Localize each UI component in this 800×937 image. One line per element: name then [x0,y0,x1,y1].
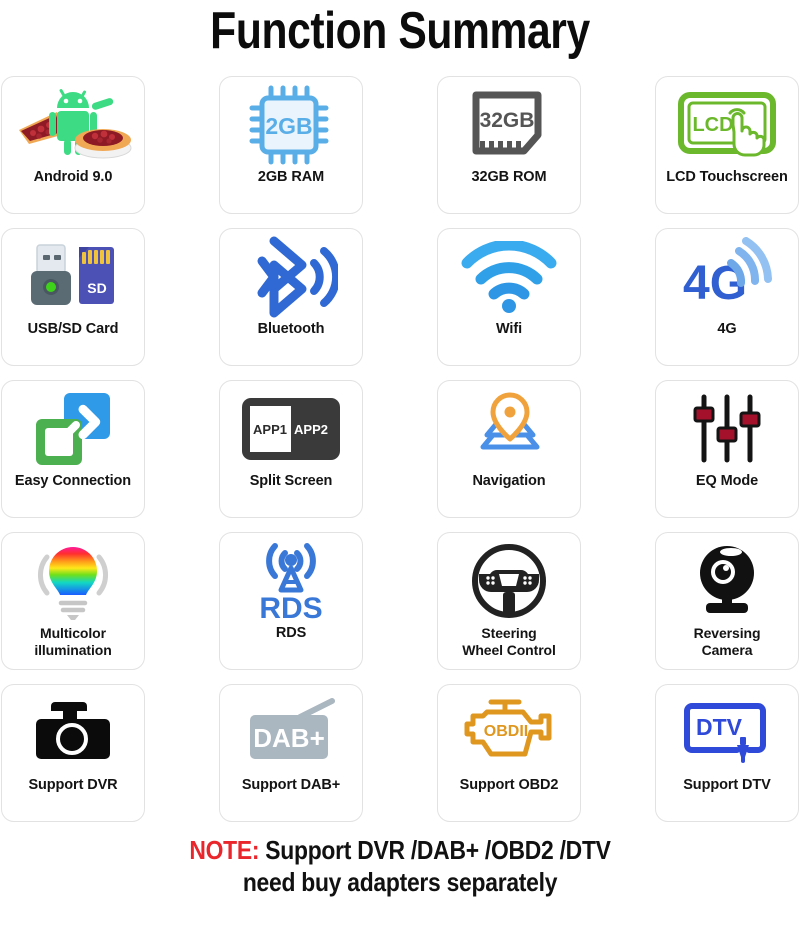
4g-signal-icon: 4G [656,229,798,321]
feature-label: 2GB RAM [257,169,325,185]
feature-label: Support DVR [28,777,118,793]
feature-label: Support DTV [683,777,771,793]
rds-tower-icon: RDS [220,533,362,625]
feature-card-dvr[interactable]: Support DVR [1,684,145,822]
feature-label: Multicolor illumination [34,625,112,658]
feature-label: Support OBD2 [459,777,559,793]
obd2-engine-icon: OBDII [438,685,580,777]
feature-label: 4G [717,321,737,337]
feature-label: Bluetooth [257,321,325,337]
feature-card-android[interactable]: Android 9.0 [1,76,145,214]
feature-card-dab[interactable]: DAB+ Support DAB+ [219,684,363,822]
feature-label: USB/SD Card [27,321,119,337]
feature-label: Reversing Camera [693,625,761,658]
feature-label: Easy Connection [14,473,132,489]
easy-connection-icon [2,381,144,473]
multicolor-bulb-icon [2,533,144,625]
feature-card-bluetooth[interactable]: Bluetooth [219,228,363,366]
cpu-chip-icon: 2GB [220,77,362,169]
split-app2-text: APP2 [294,422,328,437]
eq-sliders-icon [656,381,798,473]
feature-card-usbsd[interactable]: SD USB/SD Card [1,228,145,366]
feature-card-eq[interactable]: EQ Mode [655,380,799,518]
split-app1-text: APP1 [253,422,287,437]
feature-label: EQ Mode [695,473,759,489]
feature-card-rom[interactable]: 32GB 32GB ROM [437,76,581,214]
bluetooth-icon [220,229,362,321]
reversing-camera-icon [656,533,798,625]
usb-sd-card-icon: SD [2,229,144,321]
feature-grid: Android 9.0 2GB 2GB RAM 32GB 32GB ROM LC… [0,64,800,822]
dvr-dashcam-icon [2,685,144,777]
dtv-text: DTV [696,714,743,740]
lcd-text: LCD [692,114,733,136]
feature-card-steering[interactable]: Steering Wheel Control [437,532,581,670]
sd-label-text: SD [87,280,106,296]
dab-text: DAB+ [253,723,325,753]
split-screen-icon: APP1 APP2 [220,381,362,473]
feature-card-rds[interactable]: RDS RDS [219,532,363,670]
note-block: NOTE: Support DVR /DAB+ /OBD2 /DTV need … [0,834,800,898]
function-summary-page: Function Summary Android 9.0 2GB 2GB RAM… [0,0,800,937]
rds-text: RDS [259,592,322,624]
feature-card-split-screen[interactable]: APP1 APP2 Split Screen [219,380,363,518]
note-line-2: need buy adapters separately [242,867,558,897]
feature-card-ram[interactable]: 2GB 2GB RAM [219,76,363,214]
dtv-screen-icon: DTV [656,685,798,777]
feature-label: Split Screen [249,473,333,489]
note-prefix: NOTE: [189,835,260,865]
wifi-icon [438,229,580,321]
feature-card-navigation[interactable]: Navigation [437,380,581,518]
feature-label: Support DAB+ [241,777,341,793]
note-line-1: NOTE: Support DVR /DAB+ /OBD2 /DTV [48,834,752,866]
android-pie-icon [2,77,144,169]
feature-label: Android 9.0 [33,169,113,185]
navigation-pin-icon [438,381,580,473]
sd-card-text: 32GB [480,109,535,132]
feature-card-wifi[interactable]: Wifi [437,228,581,366]
sd-card-icon: 32GB [438,77,580,169]
feature-label: RDS [275,625,307,641]
note-text-1: Support DVR /DAB+ /OBD2 /DTV [265,835,611,865]
obd-text: OBDII [484,723,528,740]
feature-card-obd2[interactable]: OBDII Support OBD2 [437,684,581,822]
feature-label: Navigation [472,473,546,489]
feature-card-4g[interactable]: 4G 4G [655,228,799,366]
feature-label: 32GB ROM [471,169,547,185]
lcd-touchscreen-icon: LCD [656,77,798,169]
dab-radio-icon: DAB+ [220,685,362,777]
feature-card-lcd[interactable]: LCD LCD Touchscreen [655,76,799,214]
feature-label: Steering Wheel Control [462,625,556,658]
feature-card-reversing-camera[interactable]: Reversing Camera [655,532,799,670]
feature-card-dtv[interactable]: DTV Support DTV [655,684,799,822]
feature-card-multicolor[interactable]: Multicolor illumination [1,532,145,670]
feature-card-easy-connection[interactable]: Easy Connection [1,380,145,518]
page-title: Function Summary [210,2,590,60]
feature-label: LCD Touchscreen [666,169,788,185]
steering-wheel-icon [438,533,580,625]
chip-text: 2GB [265,113,312,139]
feature-label: Wifi [495,321,523,337]
